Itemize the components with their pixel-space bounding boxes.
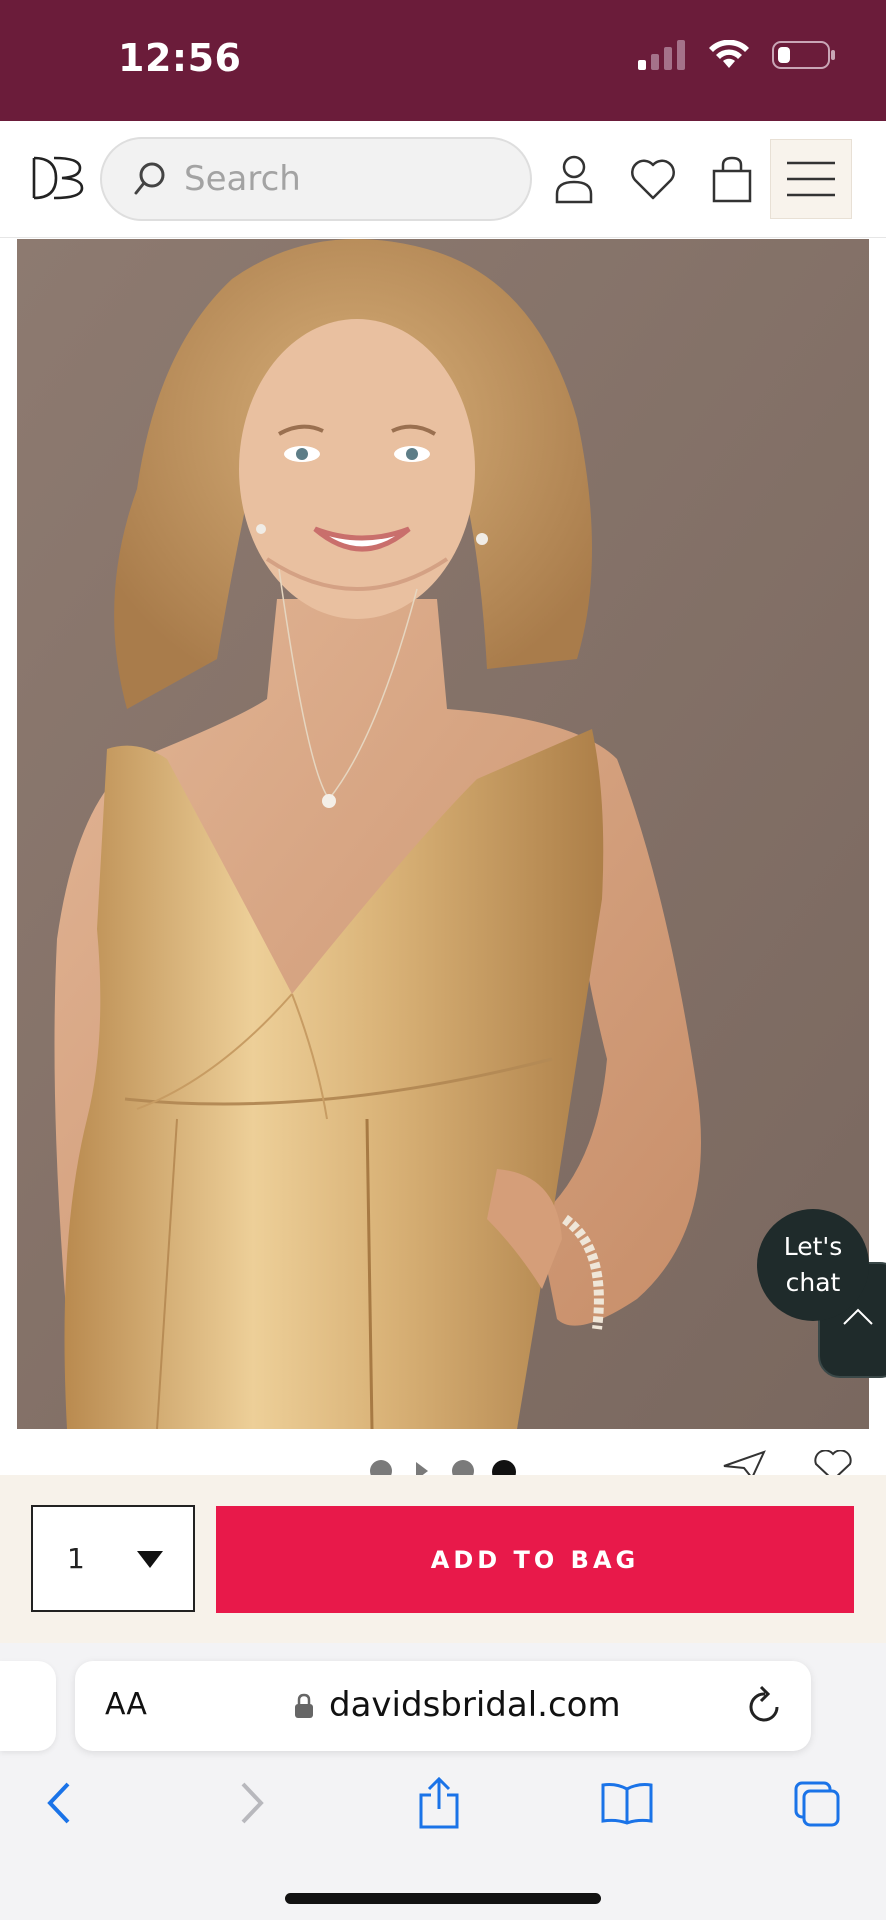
add-to-bag-button[interactable]: ADD TO BAG [216,1506,854,1613]
status-icons [638,40,836,70]
quantity-value: 1 [67,1542,85,1575]
battery-icon [772,41,835,69]
dropdown-arrow-icon [137,1551,163,1568]
account-icon [555,155,593,204]
brand-logo[interactable] [30,154,86,202]
reload-icon[interactable] [745,1683,785,1727]
wifi-icon [709,40,749,68]
product-image[interactable] [17,239,869,1429]
product-photo [17,239,869,1429]
share-button[interactable] [412,1776,466,1830]
home-indicator [285,1893,601,1904]
chat-label-line2: chat [785,1268,841,1297]
tabs-icon [794,1781,840,1827]
forward-button[interactable] [225,1776,279,1830]
search-input[interactable] [182,158,516,200]
status-time: 12:56 [118,36,242,80]
bookmarks-button[interactable] [600,1776,654,1830]
tabs-button[interactable] [790,1776,844,1830]
account-button[interactable] [547,152,601,206]
address-bar[interactable]: AA davidsbridal.com [75,1661,811,1751]
share-icon [419,1777,459,1829]
back-button[interactable] [32,1776,86,1830]
previous-tab-preview[interactable] [0,1661,56,1751]
chat-button[interactable]: Let's chat [757,1209,869,1321]
search-icon [134,162,165,195]
back-icon [47,1782,70,1824]
status-bar: 12:56 [0,0,886,121]
hamburger-menu-icon [787,161,835,197]
text-size-button[interactable]: AA [105,1687,147,1722]
bookmarks-icon [601,1783,653,1825]
chat-label-line1: Let's [783,1232,843,1261]
quantity-select[interactable]: 1 [31,1505,195,1612]
wishlist-heart-icon [631,159,675,200]
signal-icon [638,40,685,70]
wishlist-button[interactable] [626,152,680,206]
lock-icon [295,1693,313,1718]
cart-button[interactable] [705,152,759,206]
menu-button[interactable] [770,139,852,219]
search-bar[interactable] [100,137,532,221]
shopping-bag-icon [712,156,752,203]
forward-icon [241,1782,264,1824]
url-text: davidsbridal.com [329,1685,621,1725]
